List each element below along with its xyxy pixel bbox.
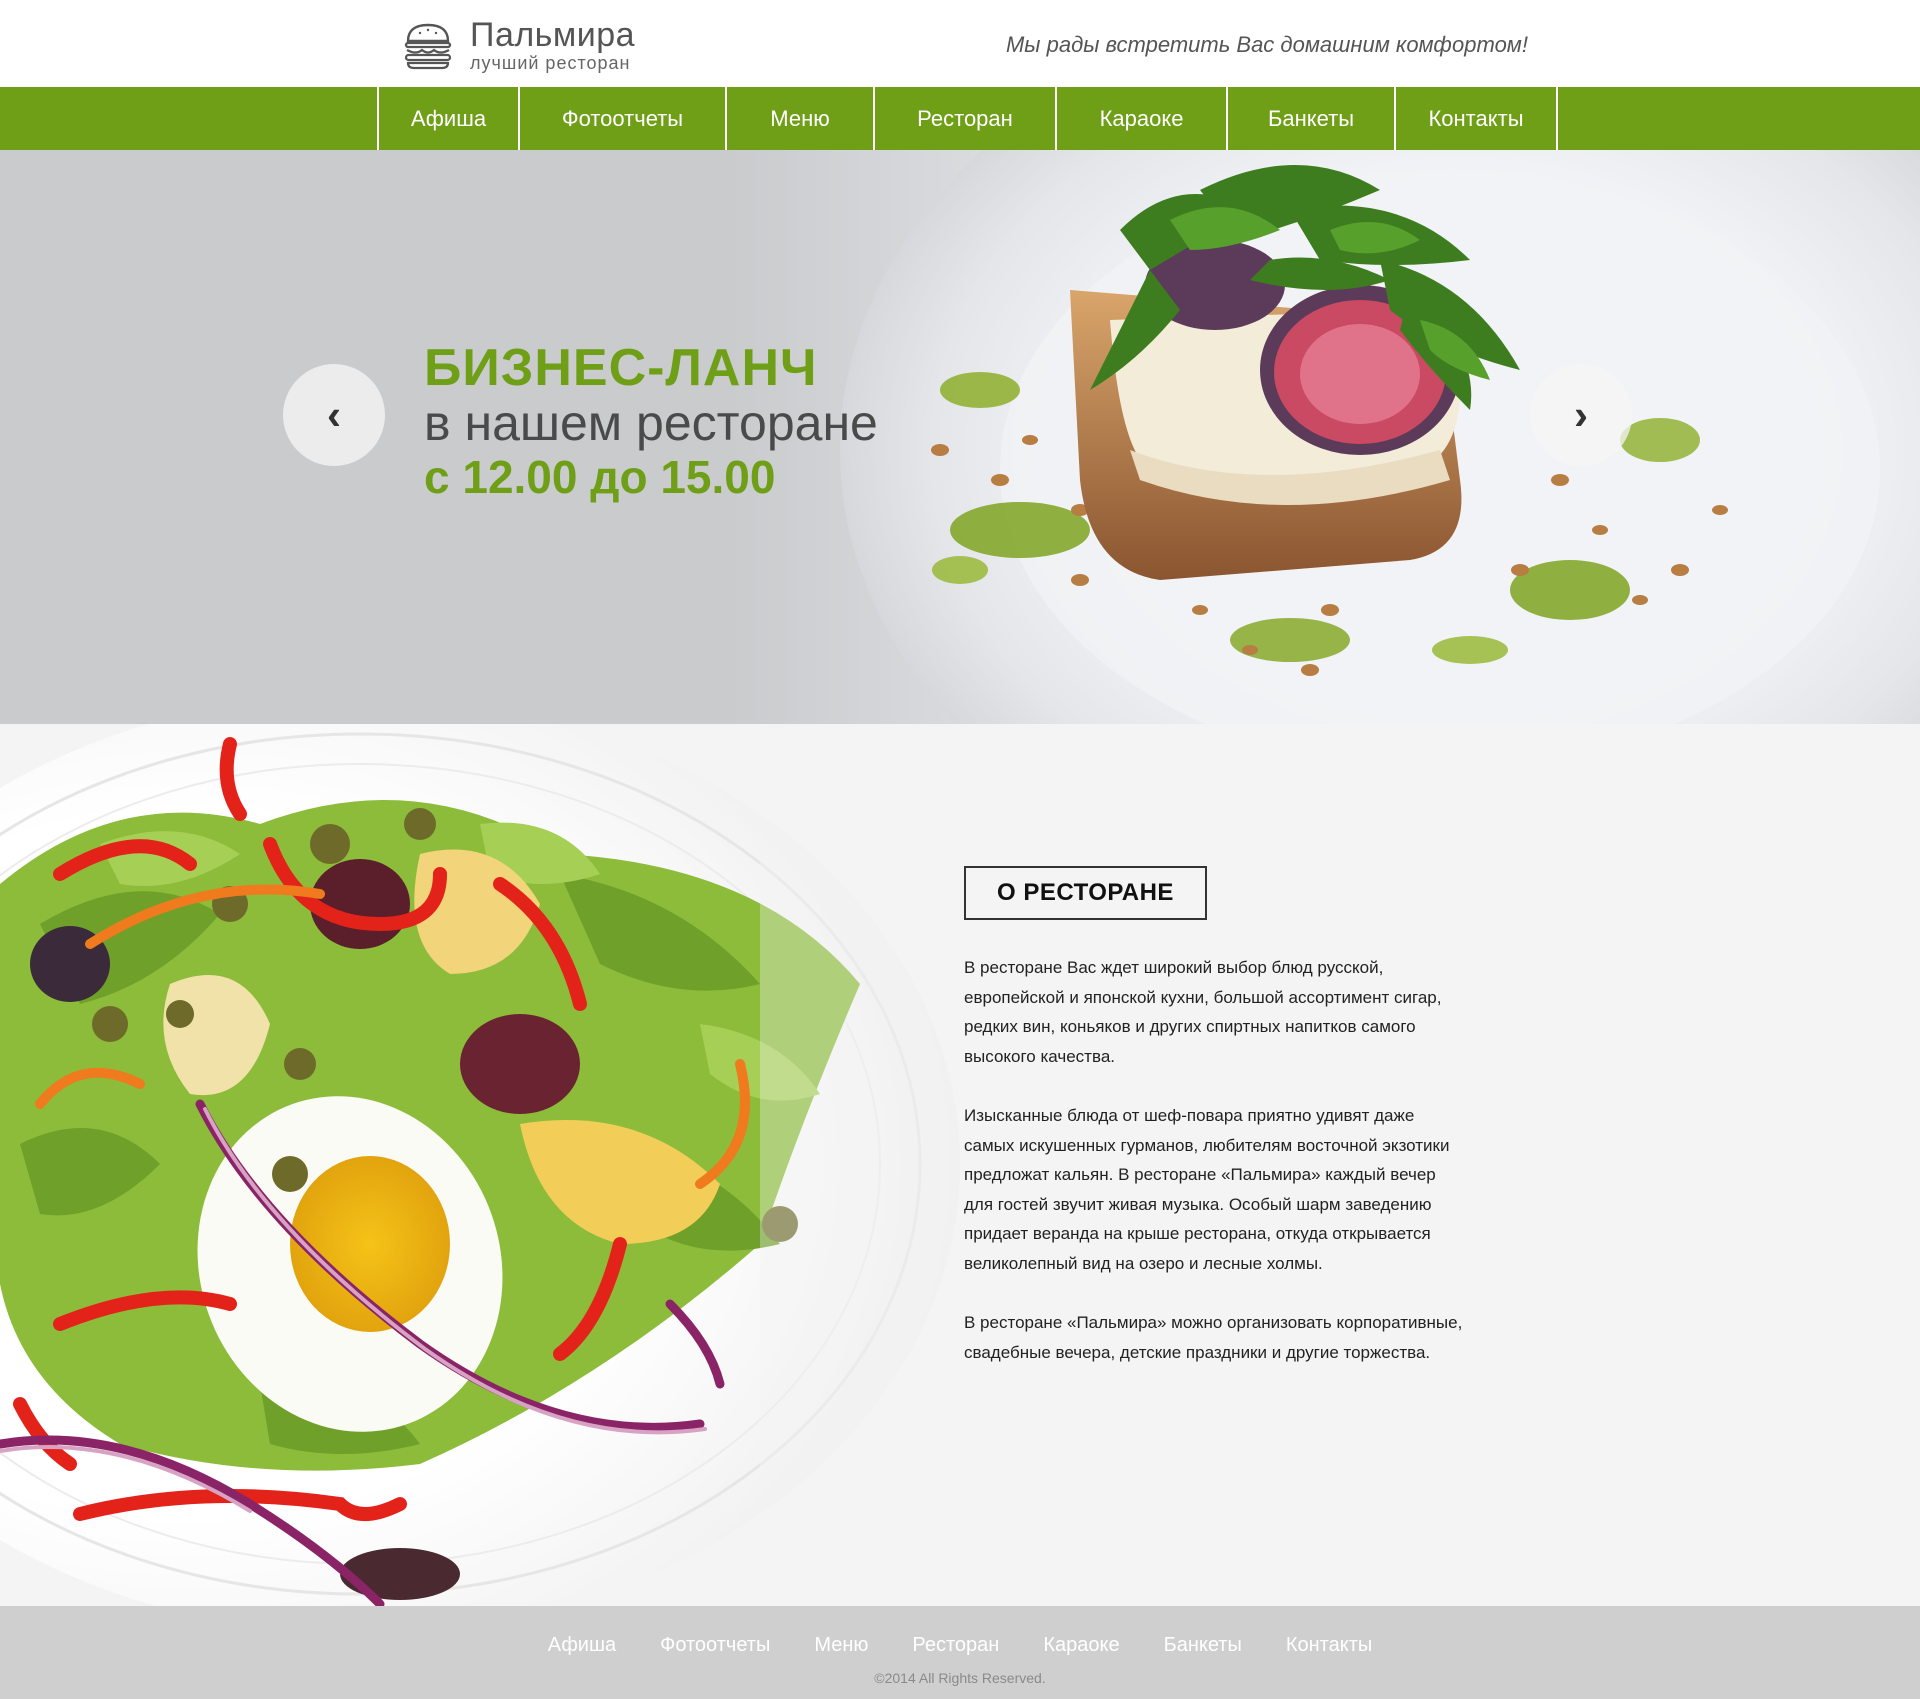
footer-link-karaoke[interactable]: Караоке: [1043, 1634, 1119, 1657]
hero-hours: с 12.00 до 15.00: [424, 451, 776, 503]
hero-caption: БИЗНЕС-ЛАНЧ в нашем ресторане с 12.00 до…: [424, 342, 878, 500]
about-text: В ресторане Вас ждет широкий выбор блюд …: [964, 953, 1464, 1397]
footer-link-restaurant[interactable]: Ресторан: [912, 1634, 999, 1657]
about-paragraph: В ресторане «Пальмира» можно организоват…: [964, 1313, 1463, 1362]
hero-subtitle: в нашем ресторане: [424, 395, 878, 451]
logo[interactable]: Пальмира лучший ресторан: [402, 18, 635, 72]
main-nav: Афиша Фотоотчеты Меню Ресторан Караоке Б…: [0, 87, 1920, 150]
about-heading: О РЕСТОРАНЕ: [964, 866, 1207, 920]
about-paragraph: В ресторане Вас ждет широкий выбор блюд …: [964, 958, 1442, 1066]
slider-prev-button[interactable]: ‹: [283, 364, 385, 466]
site-footer: Афиша Фотоотчеты Меню Ресторан Караоке Б…: [0, 1606, 1920, 1699]
footer-link-afisha[interactable]: Афиша: [548, 1634, 616, 1657]
copyright: ©2014 All Rights Reserved.: [874, 1670, 1046, 1686]
chevron-right-icon: ›: [1574, 391, 1588, 438]
nav-item-menu[interactable]: Меню: [727, 87, 875, 150]
footer-link-photo-reports[interactable]: Фотоотчеты: [660, 1634, 770, 1657]
brand-title: Пальмира: [470, 16, 636, 54]
footer-link-contacts[interactable]: Контакты: [1286, 1634, 1372, 1657]
about-section: О РЕСТОРАНЕ В ресторане Вас ждет широкий…: [0, 724, 1920, 1606]
about-paragraph: Изысканные блюда от шеф-повара приятно у…: [964, 1105, 1450, 1273]
brand-subtitle: лучший ресторан: [470, 53, 631, 73]
slider-next-button[interactable]: ›: [1530, 364, 1632, 466]
footer-link-menu[interactable]: Меню: [814, 1634, 868, 1657]
hero-slider: БИЗНЕС-ЛАНЧ в нашем ресторане с 12.00 до…: [0, 150, 1920, 724]
chevron-left-icon: ‹: [327, 391, 341, 438]
site-header: Пальмира лучший ресторан Мы рады встрети…: [0, 0, 1920, 87]
nav-item-contacts[interactable]: Контакты: [1396, 87, 1558, 150]
nav-item-banquets[interactable]: Банкеты: [1228, 87, 1396, 150]
burger-icon: [404, 23, 452, 70]
nav-item-photo-reports[interactable]: Фотоотчеты: [520, 87, 727, 150]
footer-link-banquets[interactable]: Банкеты: [1164, 1634, 1242, 1657]
main-nav-list: Афиша Фотоотчеты Меню Ресторан Караоке Б…: [377, 87, 1558, 150]
nav-item-afisha[interactable]: Афиша: [379, 87, 520, 150]
nav-item-restaurant[interactable]: Ресторан: [875, 87, 1057, 150]
footer-nav: Афиша Фотоотчеты Меню Ресторан Караоке Б…: [0, 1634, 1920, 1657]
tagline: Мы рады встретить Вас домашним комфортом…: [1005, 32, 1528, 57]
nav-item-karaoke[interactable]: Караоке: [1057, 87, 1228, 150]
salad-image: [0, 724, 960, 1606]
hero-title: БИЗНЕС-ЛАНЧ: [424, 339, 818, 397]
